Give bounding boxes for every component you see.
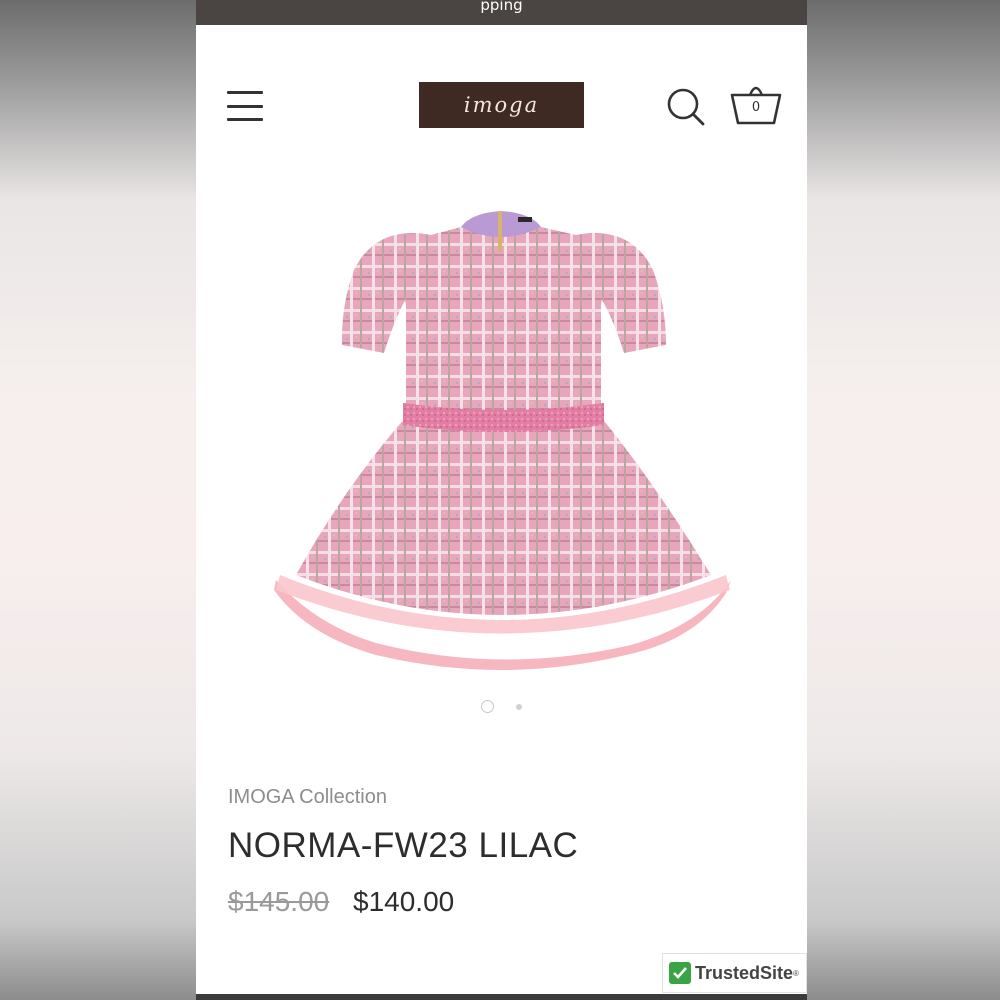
site-header: imoga 0: [196, 25, 807, 135]
product-image[interactable]: [256, 195, 746, 685]
price-block: $145.00 $140.00: [228, 886, 454, 918]
compare-price: $145.00: [228, 886, 330, 917]
bottom-bar: [196, 994, 807, 1000]
trustedsite-label: TrustedSite: [695, 962, 794, 983]
product-title: NORMA-FW23 LILAC: [228, 826, 579, 865]
cart-count: 0: [751, 100, 761, 115]
search-icon[interactable]: [666, 87, 706, 127]
product-vendor[interactable]: IMOGA Collection: [228, 786, 387, 809]
logo-text: imoga: [463, 93, 540, 117]
announcement-bar: pping: [196, 0, 807, 25]
logo[interactable]: imoga: [419, 82, 584, 128]
announcement-text: pping: [480, 0, 523, 14]
cart-button[interactable]: 0: [730, 81, 782, 127]
blurred-backdrop-right: [804, 0, 1000, 1000]
trustedsite-badge[interactable]: TrustedSite ®: [662, 953, 807, 993]
checkmark-icon: [669, 962, 691, 984]
gallery-dots: [196, 696, 807, 715]
gallery-dot-2[interactable]: [515, 703, 522, 710]
registered-mark: ®: [793, 968, 799, 978]
hamburger-icon[interactable]: [227, 91, 263, 121]
sale-price: $140.00: [353, 886, 455, 917]
blurred-backdrop-left: [0, 0, 196, 1000]
mobile-page: pping imoga 0 IMOGA Collection NORMA-FW2…: [196, 0, 807, 1000]
gallery-dot-1[interactable]: [481, 700, 495, 713]
